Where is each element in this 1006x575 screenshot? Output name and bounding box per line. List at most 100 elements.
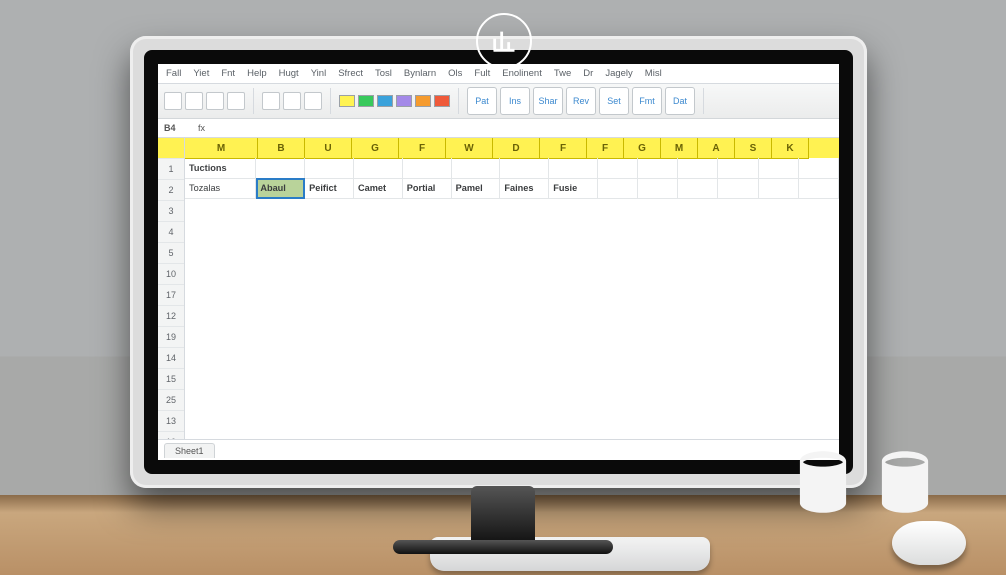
ribbon[interactable]: PatInsSharRevSetFmtDat (158, 84, 839, 119)
spreadsheet-app: Fall Yiet Fnt Help Hugt Yinl Sfrect Tosl Bynlarn… (158, 64, 839, 460)
menu-item[interactable]: Yinl (311, 68, 327, 79)
row-header[interactable]: 13 (158, 411, 184, 432)
column-header[interactable]: F (587, 138, 624, 159)
cell[interactable] (759, 178, 799, 199)
column-header[interactable]: F (540, 138, 587, 159)
row-header[interactable]: 17 (158, 285, 184, 306)
row-header[interactable]: 10 (158, 432, 184, 439)
ribbon-button[interactable]: Dat (665, 87, 695, 115)
cell[interactable] (500, 158, 549, 179)
formula-bar[interactable]: B4 fx (158, 119, 839, 138)
cell[interactable] (598, 158, 638, 179)
row-label: Tozalas (185, 178, 256, 199)
cell[interactable] (256, 158, 305, 179)
tab-sheet1[interactable]: Sheet1 (164, 443, 215, 458)
grid[interactable]: 12345101712191415251310184055 MBUGFWDFFG… (158, 138, 839, 439)
ribbon-button[interactable]: Ins (500, 87, 530, 115)
sheet-tabs[interactable]: Sheet1 (158, 439, 839, 460)
color-yellow[interactable] (339, 95, 355, 107)
column-header[interactable]: M (661, 138, 698, 159)
row-header[interactable]: 2 (158, 180, 184, 201)
row-header[interactable]: 19 (158, 327, 184, 348)
data-column-header[interactable]: Camet (354, 178, 403, 199)
row-header[interactable]: 12 (158, 306, 184, 327)
name-box[interactable]: B4 (164, 123, 198, 133)
cut-button[interactable] (185, 92, 203, 110)
row-header[interactable]: 3 (158, 201, 184, 222)
column-header[interactable]: U (305, 138, 352, 159)
data-column-header[interactable]: Pamel (452, 178, 501, 199)
cell[interactable] (354, 158, 403, 179)
row-header[interactable]: 25 (158, 390, 184, 411)
column-header[interactable]: D (493, 138, 540, 159)
column-header[interactable]: B (258, 138, 305, 159)
cell[interactable] (678, 178, 718, 199)
menu-item[interactable]: Bynlarn (404, 68, 436, 79)
ribbon-button[interactable]: Shar (533, 87, 563, 115)
cell[interactable] (549, 158, 598, 179)
column-header[interactable]: A (698, 138, 735, 159)
menu-item[interactable]: Tosl (375, 68, 392, 79)
menu-item[interactable]: Fall (166, 68, 181, 79)
data-column-header[interactable]: Fusie (549, 178, 598, 199)
ribbon-button[interactable]: Rev (566, 87, 596, 115)
cell[interactable] (403, 158, 452, 179)
menu-item[interactable]: Help (247, 68, 267, 79)
cell[interactable] (718, 178, 758, 199)
menu-item[interactable]: Misl (645, 68, 662, 79)
bold-button[interactable] (262, 92, 280, 110)
menu-item[interactable]: Jagely (605, 68, 632, 79)
menu-item[interactable]: Fnt (221, 68, 235, 79)
cell[interactable] (799, 178, 839, 199)
row-header[interactable]: 10 (158, 264, 184, 285)
row-header[interactable]: 5 (158, 243, 184, 264)
color-blue[interactable] (377, 95, 393, 107)
mouse (892, 521, 966, 565)
cell[interactable] (718, 158, 758, 179)
data-column-header[interactable]: Peifict (305, 178, 354, 199)
underline-button[interactable] (304, 92, 322, 110)
cell[interactable] (678, 158, 718, 179)
menu-item[interactable]: Twe (554, 68, 571, 79)
column-header[interactable]: G (624, 138, 661, 159)
color-green[interactable] (358, 95, 374, 107)
row-header[interactable]: 4 (158, 222, 184, 243)
copy-button[interactable] (206, 92, 224, 110)
row-header[interactable]: 15 (158, 369, 184, 390)
color-orange[interactable] (415, 95, 431, 107)
column-header[interactable]: M (185, 138, 258, 159)
column-header[interactable]: W (446, 138, 493, 159)
menu-item[interactable]: Hugt (279, 68, 299, 79)
data-column-header[interactable]: Portial (403, 178, 452, 199)
paste-button[interactable] (164, 92, 182, 110)
column-header[interactable]: G (352, 138, 399, 159)
menu-item[interactable]: Dr (583, 68, 593, 79)
data-column-header[interactable]: Abaul (256, 178, 305, 199)
data-column-header[interactable]: Faines (500, 178, 549, 199)
cell[interactable] (452, 158, 501, 179)
cell[interactable] (638, 158, 678, 179)
column-header[interactable]: F (399, 138, 446, 159)
column-header[interactable]: K (772, 138, 809, 159)
menu-item[interactable]: Yiet (193, 68, 209, 79)
italic-button[interactable] (283, 92, 301, 110)
cell[interactable] (305, 158, 354, 179)
cell[interactable] (598, 178, 638, 199)
menu-item[interactable]: Sfrect (338, 68, 363, 79)
row-header[interactable]: 1 (158, 159, 184, 180)
menu-item[interactable]: Enolinent (502, 68, 542, 79)
column-header[interactable]: S (735, 138, 772, 159)
cell[interactable] (759, 158, 799, 179)
ribbon-button[interactable]: Fmt (632, 87, 662, 115)
menu-item[interactable]: Ols (448, 68, 462, 79)
row-header[interactable]: 14 (158, 348, 184, 369)
color-purple[interactable] (396, 95, 412, 107)
menu-item[interactable]: Fult (474, 68, 490, 79)
ribbon-button[interactable]: Pat (467, 87, 497, 115)
cell[interactable] (799, 158, 839, 179)
ribbon-button[interactable]: Set (599, 87, 629, 115)
database-icon (872, 449, 938, 515)
cell[interactable] (638, 178, 678, 199)
color-red[interactable] (434, 95, 450, 107)
format-painter-button[interactable] (227, 92, 245, 110)
